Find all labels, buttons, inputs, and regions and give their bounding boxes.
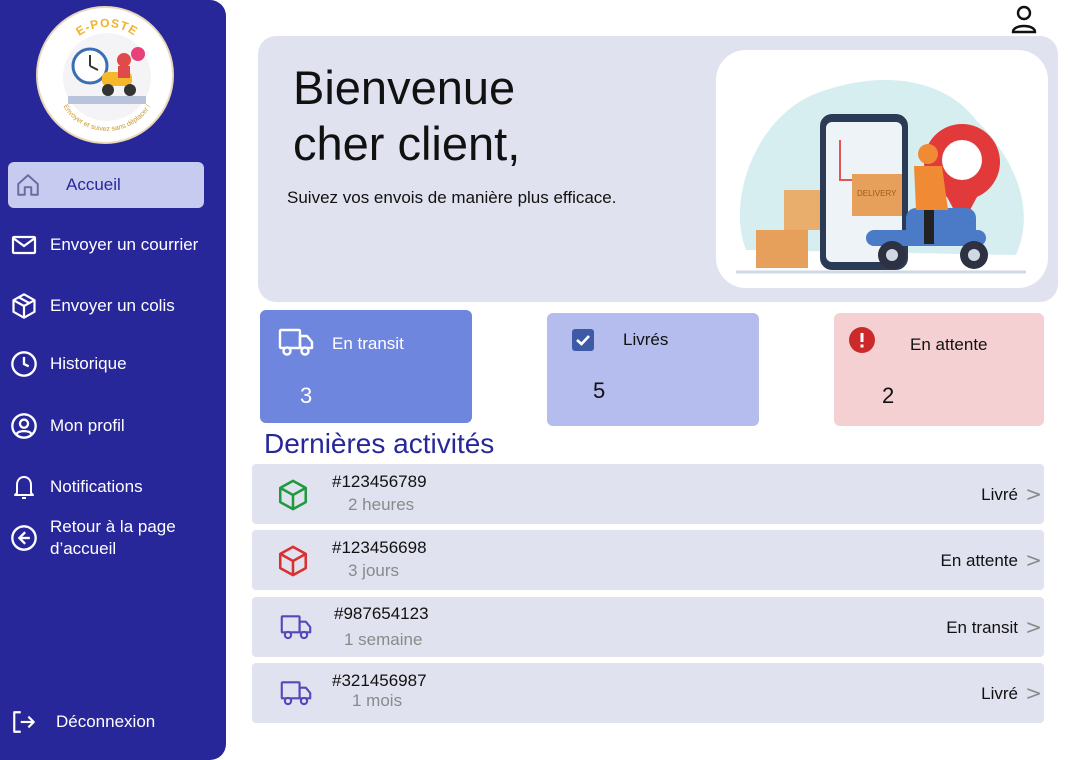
sidebar-item-label: Accueil xyxy=(66,175,121,194)
activity-status: En attente xyxy=(940,551,1018,570)
activity-id: #321456987 xyxy=(332,671,427,690)
account-icon[interactable] xyxy=(1010,4,1038,34)
box-label: DELIVERY xyxy=(857,189,897,198)
activity-row[interactable]: #123456789 2 heures Livré > xyxy=(252,464,1044,524)
sidebar-item-label: Mon profil xyxy=(50,416,125,435)
title-line-1: Bienvenue xyxy=(293,61,516,114)
activity-row[interactable]: #987654123 1 semaine En transit > xyxy=(252,597,1044,657)
stat-card-en-attente[interactable]: En attente 2 xyxy=(834,313,1044,426)
activity-status: Livré xyxy=(981,684,1018,703)
sidebar-item-mon-profil[interactable]: Mon profil xyxy=(8,412,204,440)
sidebar: E-POSTE Envoyer et suivez sans déplacer … xyxy=(0,0,226,760)
logout-icon xyxy=(10,708,38,736)
section-title: Dernières activités xyxy=(264,428,495,459)
sidebar-item-label: Notifications xyxy=(50,477,143,496)
activity-id: #123456698 xyxy=(332,538,427,557)
sidebar-item-envoyer-colis[interactable]: Envoyer un colis xyxy=(8,292,204,320)
activity-row[interactable]: #321456987 1 mois Livré > xyxy=(252,663,1044,723)
checkbox-icon xyxy=(571,328,595,357)
stat-label: Livrés xyxy=(623,330,669,349)
bell-icon xyxy=(10,473,38,501)
package-icon xyxy=(10,292,38,320)
activity-id: #987654123 xyxy=(334,604,429,623)
logout-label: Déconnexion xyxy=(56,712,156,731)
logo-text: E-POSTE xyxy=(73,16,139,39)
alert-icon xyxy=(849,327,875,358)
svg-text:Envoyer et suivez sans déplace: Envoyer et suivez sans déplacer ! xyxy=(62,103,153,133)
activity-status: Livré xyxy=(981,485,1018,504)
box-red-icon xyxy=(276,544,310,578)
stat-label: En transit xyxy=(332,334,404,353)
clock-icon xyxy=(10,350,38,378)
stat-count: 5 xyxy=(593,378,606,403)
home-icon xyxy=(14,171,42,199)
stat-card-en-transit[interactable]: En transit 3 xyxy=(260,310,472,423)
user-circle-icon xyxy=(10,412,38,440)
chevron-right-icon[interactable]: > xyxy=(1025,615,1042,639)
activity-time: 3 jours xyxy=(348,561,400,580)
activity-time: 1 mois xyxy=(352,691,403,710)
chevron-right-icon[interactable]: > xyxy=(1025,681,1042,705)
truck-icon xyxy=(280,677,314,711)
mail-icon xyxy=(10,231,38,259)
sidebar-item-label: Envoyer un colis xyxy=(50,296,175,315)
stat-label: En attente xyxy=(910,335,988,354)
activity-time: 2 heures xyxy=(348,495,415,514)
logo-tagline: Envoyer et suivez sans déplacer ! xyxy=(62,103,153,133)
stat-count: 2 xyxy=(882,383,895,408)
delivery-illustration: DELIVERY xyxy=(716,50,1048,288)
activity-status: En transit xyxy=(946,618,1018,637)
chevron-right-icon[interactable]: > xyxy=(1025,548,1042,572)
activity-row[interactable]: #123456698 3 jours En attente > xyxy=(252,530,1044,590)
sidebar-item-label: Retour à la page d’accueil xyxy=(50,517,176,558)
box-green-icon xyxy=(276,478,310,512)
sidebar-item-label: Historique xyxy=(50,354,127,373)
sidebar-item-accueil[interactable]: Accueil xyxy=(8,162,204,208)
page-title: Bienvenue cher client, xyxy=(293,60,673,172)
chevron-right-icon[interactable]: > xyxy=(1025,482,1042,506)
truck-icon xyxy=(280,611,314,645)
stat-count: 3 xyxy=(300,383,313,408)
activity-time: 1 semaine xyxy=(344,630,423,649)
title-line-2: cher client, xyxy=(293,117,521,170)
sidebar-item-envoyer-courrier[interactable]: Envoyer un courrier xyxy=(8,231,204,259)
stat-card-livres[interactable]: Livrés 5 xyxy=(547,313,759,426)
activity-id: #123456789 xyxy=(332,472,427,491)
sidebar-item-historique[interactable]: Historique xyxy=(8,350,204,378)
sidebar-item-label: Envoyer un courrier xyxy=(50,235,199,254)
sidebar-item-notifications[interactable]: Notifications xyxy=(8,473,204,501)
back-arrow-icon xyxy=(10,524,38,552)
truck-icon xyxy=(278,326,314,363)
logout-button[interactable]: Déconnexion xyxy=(8,708,204,736)
app-logo[interactable]: E-POSTE Envoyer et suivez sans déplacer … xyxy=(36,6,174,144)
welcome-subtitle: Suivez vos envois de manière plus effica… xyxy=(287,188,617,207)
sidebar-item-retour-accueil[interactable]: Retour à la page d’accueil xyxy=(8,516,208,560)
svg-text:E-POSTE: E-POSTE xyxy=(73,16,140,39)
